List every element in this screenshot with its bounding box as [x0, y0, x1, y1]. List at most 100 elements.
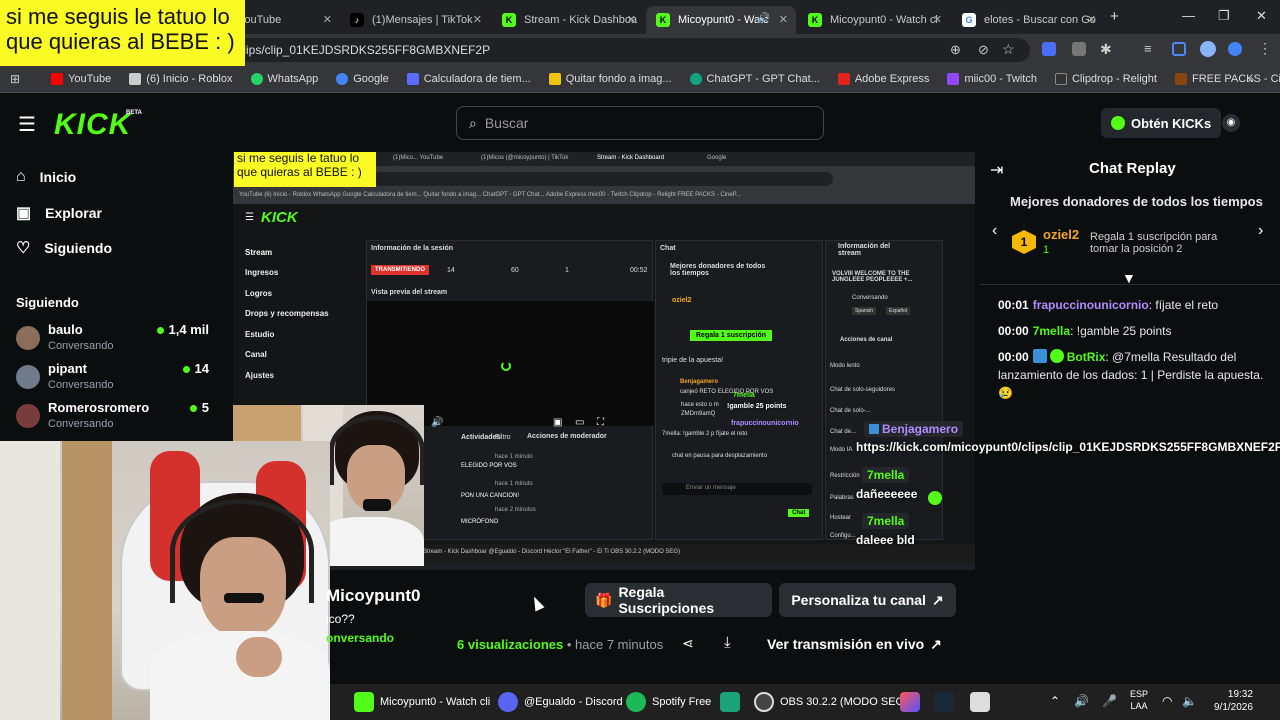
sync-icon[interactable]	[1228, 42, 1242, 56]
stream-title: ico??	[326, 612, 355, 626]
chevron-left-icon[interactable]: ‹	[992, 222, 997, 240]
tab-tiktok[interactable]: ♪ (1)Mensajes | TikTok ✕	[340, 6, 490, 34]
chat-message: 00:01 frapuccinounicornio: fíjate el reto	[998, 298, 1219, 312]
close-icon[interactable]: ✕	[473, 13, 482, 26]
sidebar-item-siguiendo[interactable]: ♡ Siguiendo	[16, 238, 112, 258]
sidebar-item-explorar[interactable]: ▣ Explorar	[16, 203, 102, 223]
bookmark-item[interactable]: Calculadora de tiem...	[398, 73, 540, 85]
apps-grid-icon[interactable]: ⊞	[10, 72, 20, 86]
tab-micoypunt0-active[interactable]: K Micoypunt0 - Watc 🔊 ✕	[646, 6, 796, 34]
chat-message: 00:00 7mella: !gamble 25 points	[998, 324, 1172, 338]
tab-kick-dashboard[interactable]: K Stream - Kick Dashboa ✕	[492, 6, 644, 34]
search-input[interactable]: ⌕ Buscar	[456, 106, 824, 140]
menu-kebab-icon[interactable]: ⋮	[1258, 40, 1272, 57]
zoom-icon[interactable]: ⊕	[950, 42, 961, 58]
hamburger-menu-icon[interactable]: ☰	[18, 112, 36, 137]
bookmark-item[interactable]: Quitar fondo a imag...	[540, 73, 681, 85]
bookmark-item[interactable]: FREE PACKS - CineP...	[1166, 73, 1280, 85]
donor-name[interactable]: oziel2	[1043, 227, 1079, 242]
followed-channel-baulo[interactable]: baulo Conversando 1,4 mil	[16, 322, 216, 360]
volume-icon[interactable]: 🔊	[1074, 694, 1089, 708]
kick-logo[interactable]: KICK	[54, 108, 131, 142]
os-taskbar: Micoypunt0 - Watch cli @Egualdo - Discor…	[330, 684, 1280, 720]
wifi-icon[interactable]: ◠	[1162, 694, 1172, 708]
taskbar-app[interactable]	[970, 692, 990, 712]
share-icon[interactable]: ⋖	[682, 635, 694, 652]
close-icon[interactable]: ✕	[1087, 13, 1096, 26]
search-placeholder: Buscar	[484, 115, 529, 131]
get-kicks-button[interactable]: Obtén KICKs	[1101, 108, 1222, 138]
download-icon[interactable]: ⤓	[724, 634, 731, 651]
customize-channel-button[interactable]: Personaliza tu canal ↗	[779, 583, 956, 617]
collapse-chat-icon[interactable]: ⇥	[990, 160, 1003, 180]
close-icon[interactable]: ✕	[323, 13, 332, 26]
gift-prompt: Regala 1 suscripción para tomar la posic…	[1090, 231, 1218, 255]
stream-category[interactable]: onversando	[326, 631, 394, 645]
tab-label: Micoypunt0 - Watch cl	[830, 14, 938, 26]
followed-channel-pipant[interactable]: pipant Conversando 14	[16, 361, 216, 399]
taskbar-app[interactable]	[900, 692, 920, 712]
bookmark-item[interactable]: Google	[327, 73, 397, 85]
puzzle-icon[interactable]: ✱	[1100, 41, 1112, 58]
new-tab-icon[interactable]: +	[1110, 8, 1119, 25]
extension-icon[interactable]	[1072, 42, 1086, 56]
profile-avatar-icon[interactable]	[1200, 41, 1216, 57]
external-link-icon: ↗	[930, 635, 942, 652]
taskbar-app[interactable]	[720, 692, 740, 712]
bookmark-item[interactable]: Adobe Express	[829, 73, 939, 85]
floating-message: dañeeeeee	[856, 487, 918, 501]
bookmark-item[interactable]: (6) Inicio - Roblox	[120, 73, 241, 85]
taskbar-app[interactable]: OBS 30.2.2 (MODO SEG	[754, 692, 904, 712]
taskbar-app[interactable]: Micoypunt0 - Watch cli	[354, 692, 490, 712]
floating-clip-url: https://kick.com/micoypunt0/clips/clip_0…	[856, 440, 1280, 454]
fullscreen-icon[interactable]: ⛶	[597, 417, 604, 428]
inner-float-text: ZMDm9amQ	[681, 411, 716, 417]
inner-overlay-note: si me seguis le tatuo lo que quieras al …	[234, 152, 376, 187]
close-icon[interactable]: ✕	[627, 13, 636, 26]
tab-label: (1)Mensajes | TikTok	[372, 14, 473, 26]
heart-icon: ♡	[16, 240, 31, 257]
restore-icon[interactable]: ❐	[1218, 8, 1230, 24]
inner-float-text: !gamble 25 points	[727, 403, 787, 410]
followed-channel-romerosromero[interactable]: Romerosromero Conversando 5	[16, 400, 216, 438]
sidepanel-icon[interactable]	[1172, 42, 1186, 56]
clock[interactable]: 19:32 9/1/2026	[1214, 688, 1253, 714]
bookmark-item[interactable]: ChatGPT - GPT Chat...	[681, 73, 829, 85]
taskbar-app[interactable]: @Egualdo - Discord	[498, 692, 623, 712]
bookmark-star-icon[interactable]: ☆	[1002, 41, 1015, 58]
media-icon[interactable]: ≡	[1144, 41, 1152, 56]
floating-username: 7mella	[862, 467, 910, 483]
hide-icon[interactable]: ⊘	[978, 42, 989, 58]
language-indicator[interactable]: ESP LAA	[1130, 688, 1148, 712]
extension-icon[interactable]	[1042, 42, 1056, 56]
volume-icon[interactable]: 🔊	[431, 417, 443, 428]
bookmark-item[interactable]: Clipdrop - Relight	[1046, 73, 1166, 85]
clip-icon[interactable]: ▣	[553, 417, 562, 428]
bookmark-item[interactable]: miic00 - Twitch	[938, 73, 1046, 85]
chat-title: Chat Replay	[1089, 160, 1176, 177]
user-avatar-icon[interactable]: ◉	[1222, 114, 1240, 132]
tray-chevron-icon[interactable]: ⌃	[1050, 694, 1060, 708]
gift-subscriptions-button[interactable]: 🎁 Regala Suscripciones	[585, 583, 772, 617]
taskbar-app[interactable]	[934, 692, 954, 712]
channel-name[interactable]: Micoypunt0	[326, 586, 420, 606]
mic-icon[interactable]: 🎤	[1102, 694, 1117, 708]
tab-micoypunt0-clip[interactable]: K Micoypunt0 - Watch cl ✕	[798, 6, 950, 34]
tab-google-search[interactable]: G elotes - Buscar con Go ✕	[952, 6, 1104, 34]
speaker-icon[interactable]: 🔈	[1182, 694, 1197, 708]
minimize-icon[interactable]: —	[1182, 8, 1195, 23]
url-field[interactable]: /clips/clip_01KEJDSRDKS255FF8GMBXNEF2P	[110, 38, 1030, 62]
close-icon[interactable]: ✕	[779, 13, 788, 26]
theater-icon[interactable]: ▭	[575, 417, 584, 428]
google-icon: G	[962, 13, 976, 27]
bookmark-item[interactable]: WhatsApp	[242, 73, 328, 85]
window-close-icon[interactable]: ✕	[1256, 8, 1267, 24]
taskbar-app[interactable]: Spotify Free	[626, 692, 711, 712]
watch-live-button[interactable]: Ver transmisión en vivo ↗	[757, 627, 952, 661]
speaker-icon[interactable]: 🔊	[758, 13, 770, 24]
bookmark-item[interactable]: YouTube	[42, 73, 120, 85]
sidebar-item-inicio[interactable]: ⌂ Inicio	[16, 168, 76, 186]
close-icon[interactable]: ✕	[933, 13, 942, 26]
more-bookmarks-icon[interactable]: »	[1247, 72, 1254, 86]
chevron-right-icon[interactable]: ›	[1258, 222, 1263, 240]
